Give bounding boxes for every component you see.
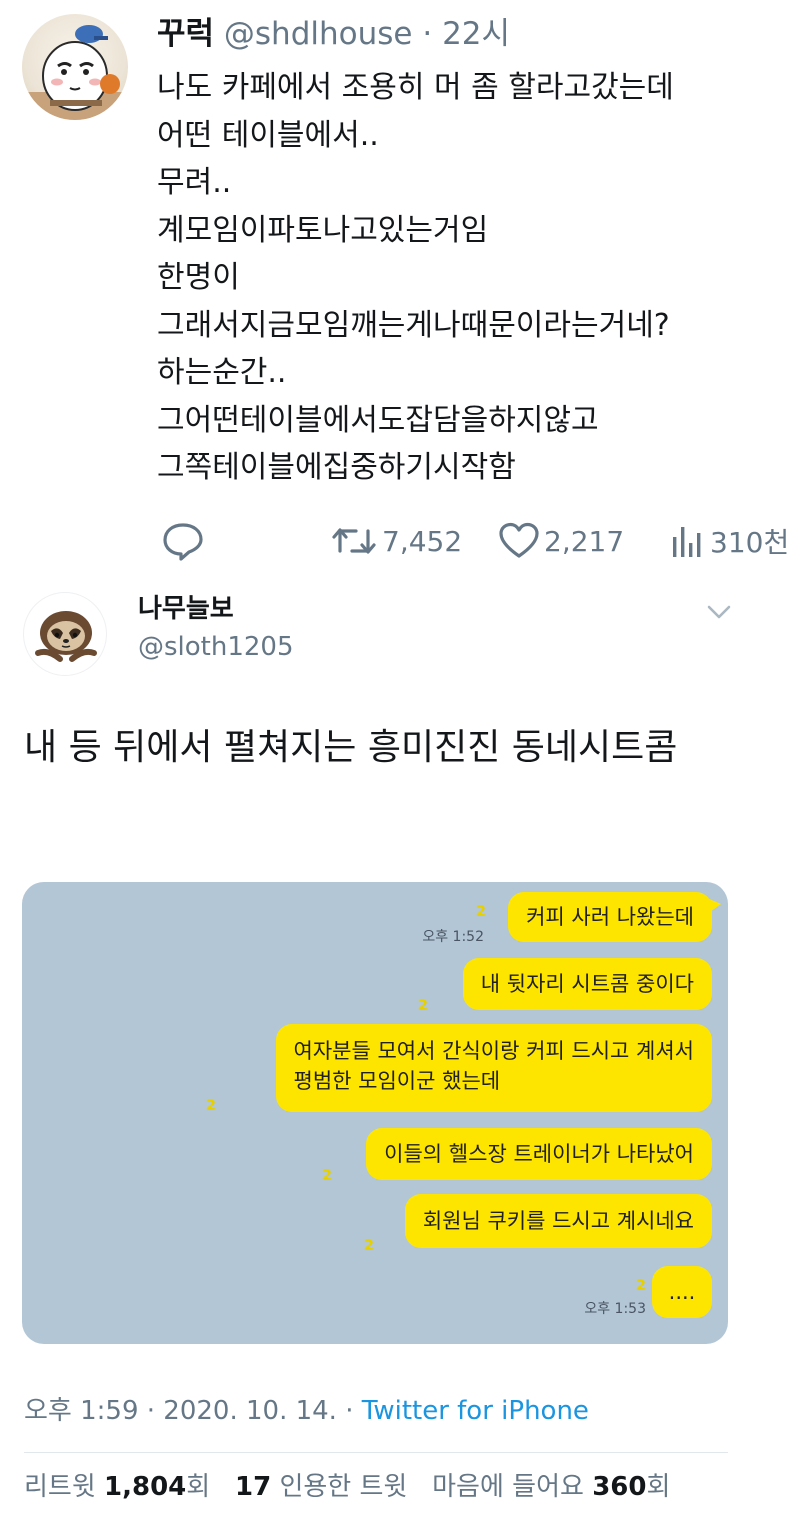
stat-value: 17 bbox=[235, 1472, 272, 1502]
tweet-header: 꾸럭 @shdlhouse · 22시 bbox=[157, 14, 510, 54]
user-avatar[interactable] bbox=[23, 592, 107, 676]
unread-count: 2 bbox=[363, 1236, 374, 1254]
unread-count: 2 bbox=[475, 902, 486, 920]
unread-count: 2 bbox=[321, 1166, 332, 1184]
chat-bubble: 내 뒷자리 시트콤 중이다 bbox=[462, 958, 712, 1010]
cartoon-avatar-icon bbox=[22, 25, 128, 120]
chevron-down-icon bbox=[707, 605, 731, 619]
chat-bubble: 여자분들 모여서 간식이랑 커피 드시고 계셔서 평범한 모임이군 했는데 bbox=[275, 1024, 712, 1112]
stat-value: 1,804 bbox=[104, 1472, 187, 1502]
stat-label: 리트윗 bbox=[24, 1472, 96, 1502]
chat-bubble: .... bbox=[652, 1266, 712, 1318]
tweet-line: 어떤 테이블에서.. bbox=[157, 117, 379, 153]
tweet-timestamp[interactable]: 오후 1:59 · 2020. 10. 14. · bbox=[24, 1396, 353, 1426]
stat-label: 마음에 들어요 bbox=[432, 1472, 584, 1502]
chat-bubble: 이들의 헬스장 트레이너가 나타났어 bbox=[366, 1128, 712, 1180]
tweet-main: 나무늘보 @sloth1205 내 등 뒤에서 펼쳐지는 흥미진진 동네시트콤 … bbox=[0, 580, 800, 1523]
retweet-arrows-icon bbox=[332, 528, 376, 554]
tweet-line: 무려.. bbox=[157, 165, 232, 200]
tweet-line: 하는순간.. bbox=[157, 355, 287, 390]
message-time: 오후 1:52 bbox=[422, 929, 484, 945]
tweet-line: 그래서지금모임깨는게나때문이라는거네? bbox=[157, 307, 670, 343]
chat-message: .... bbox=[668, 1280, 696, 1304]
views-button[interactable]: 310천 bbox=[668, 516, 789, 566]
retweet-button[interactable]: 7,452 bbox=[330, 516, 462, 566]
tweet-meta: 오후 1:59 · 2020. 10. 14. · Twitter for iP… bbox=[24, 1394, 589, 1428]
tweet-source-link[interactable]: Twitter for iPhone bbox=[362, 1396, 589, 1426]
separator-dot: · bbox=[422, 16, 433, 52]
user-avatar[interactable] bbox=[22, 14, 128, 120]
tweet-text: 나도 카페에서 조용히 머 좀 할라고갔는데 어떤 테이블에서.. 무려.. 계… bbox=[157, 64, 674, 492]
divider bbox=[24, 1452, 728, 1453]
chat-message: 커피 사러 나왔는데 bbox=[526, 905, 694, 929]
chat-bubble: 커피 사러 나왔는데 bbox=[508, 892, 721, 942]
stat-unit: 회 bbox=[186, 1472, 211, 1502]
retweet-count: 7,452 bbox=[382, 524, 463, 558]
display-name[interactable]: 꾸럭 bbox=[157, 16, 214, 52]
chat-message: 내 뒷자리 시트콤 중이다 bbox=[480, 972, 694, 996]
tweet-line: 나도 카페에서 조용히 머 좀 할라고갔는데 bbox=[157, 70, 674, 105]
heart-outline-icon bbox=[499, 522, 539, 558]
tweet-line: 그어떤테이블에서도잡담을하지않고 bbox=[157, 402, 599, 438]
display-name[interactable]: 나무늘보 bbox=[138, 592, 234, 626]
likes-stat[interactable]: 마음에 들어요 360회 bbox=[432, 1472, 670, 1502]
sloth-avatar-icon bbox=[35, 611, 97, 662]
more-options-button[interactable] bbox=[704, 600, 734, 624]
stat-unit: 회 bbox=[646, 1472, 671, 1502]
stat-label: 인용한 트윗 bbox=[279, 1472, 408, 1502]
unread-count: 2 bbox=[205, 1096, 216, 1114]
quote-tweets-stat[interactable]: 17 인용한 트윗 bbox=[235, 1472, 407, 1502]
chat-message: 여자분들 모여서 간식이랑 커피 드시고 계셔서 bbox=[293, 1039, 694, 1063]
message-time: 오후 1:53 bbox=[584, 1301, 646, 1317]
bar-chart-icon bbox=[673, 527, 701, 557]
stat-value: 360 bbox=[592, 1472, 647, 1502]
tweet-text: 내 등 뒤에서 펼쳐지는 흥미진진 동네시트콤 bbox=[24, 727, 678, 768]
unread-count: 2 bbox=[635, 1276, 646, 1294]
chat-message: 이들의 헬스장 트레이너가 나타났어 bbox=[384, 1142, 694, 1166]
chat-bubble: 회원님 쿠키를 드시고 계시네요 bbox=[404, 1194, 712, 1248]
chat-message: 평범한 모임이군 했는데 bbox=[293, 1069, 501, 1093]
views-count: 310천 bbox=[710, 526, 790, 559]
user-handle[interactable]: @sloth1205 bbox=[138, 630, 294, 664]
tweet-quoted: 꾸럭 @shdlhouse · 22시 나도 카페에서 조용히 머 좀 할라고갔… bbox=[0, 0, 800, 580]
unread-count: 2 bbox=[417, 996, 428, 1014]
tweet-line: 계모임이파토나고있는거임 bbox=[157, 212, 489, 248]
chat-screenshot-image[interactable]: 커피 사러 나왔는데 2 오후 1:52 내 뒷자리 시트콤 중이다 2 여자분… bbox=[22, 882, 728, 1344]
tweet-stats: 리트윗 1,804회 17 인용한 트윗 마음에 들어요 360회 bbox=[24, 1470, 670, 1504]
like-button[interactable]: 2,217 bbox=[498, 516, 624, 566]
like-count: 2,217 bbox=[544, 524, 625, 558]
comment-bubble-icon bbox=[163, 523, 203, 561]
retweets-stat[interactable]: 리트윗 1,804회 bbox=[24, 1472, 210, 1502]
tweet-line: 한명이 bbox=[157, 260, 240, 295]
user-handle[interactable]: @shdlhouse bbox=[224, 16, 413, 52]
tweet-time[interactable]: 22시 bbox=[442, 16, 510, 52]
tweet-line: 그쪽테이블에집중하기시작함 bbox=[157, 450, 516, 485]
reply-button[interactable] bbox=[162, 516, 204, 566]
chat-message: 회원님 쿠키를 드시고 계시네요 bbox=[422, 1209, 694, 1233]
tweet-actions: 7,452 2,217 310천 bbox=[0, 516, 800, 566]
